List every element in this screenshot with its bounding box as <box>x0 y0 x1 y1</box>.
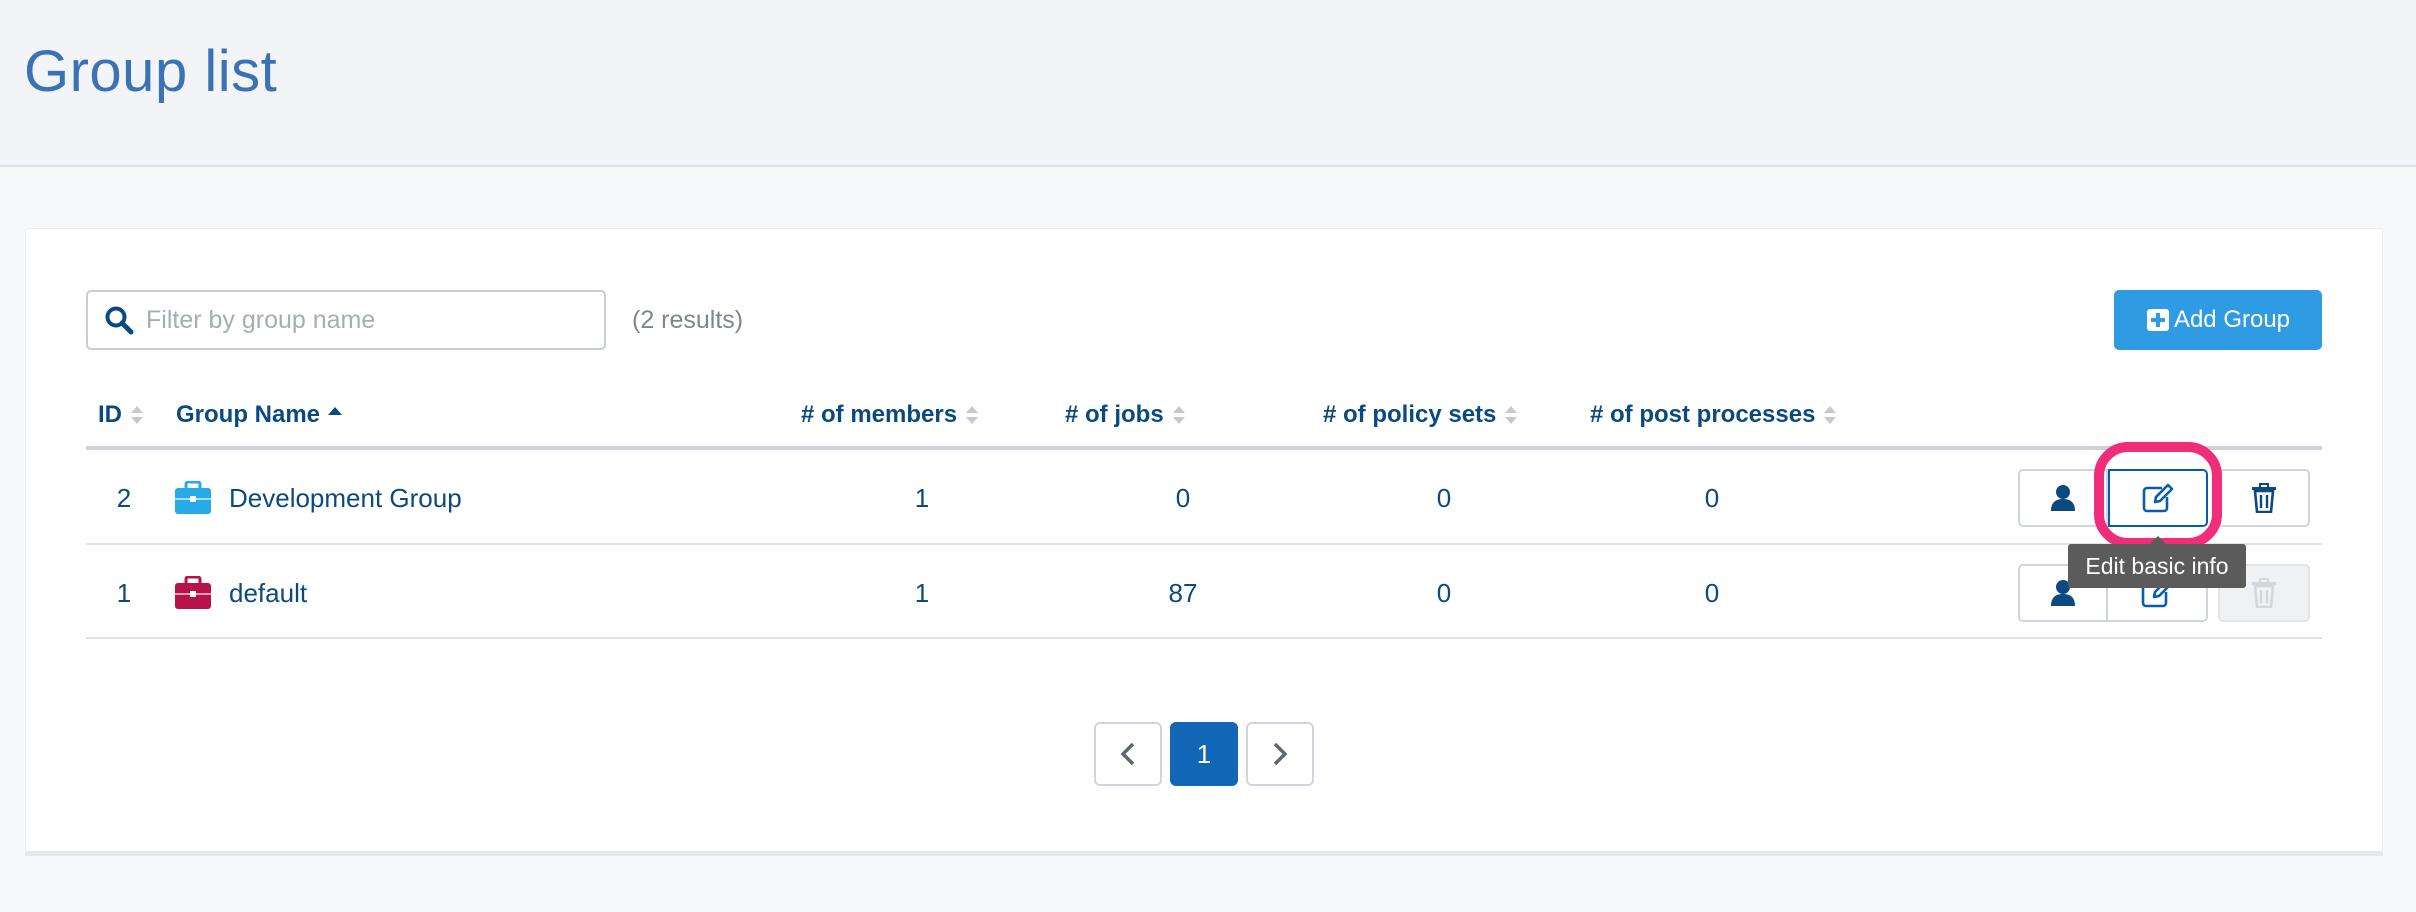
column-label: # of policy sets <box>1323 401 1497 428</box>
cell-policy-sets: 0 <box>1436 482 1452 513</box>
group-name-link[interactable]: default <box>229 573 307 613</box>
results-count: (2 results) <box>632 306 744 334</box>
members-button[interactable] <box>2018 469 2108 527</box>
trash-icon <box>2252 483 2276 513</box>
column-header-policy-sets[interactable]: # of policy sets <box>1323 398 1518 432</box>
previous-page-button[interactable] <box>1094 722 1162 786</box>
table-header-divider <box>86 446 2322 450</box>
page-header: Group list <box>0 0 2416 167</box>
edit-icon <box>2142 483 2174 513</box>
group-name-link[interactable]: Development Group <box>229 478 462 518</box>
add-group-label: Add Group <box>2173 306 2291 333</box>
briefcase-icon <box>175 576 211 609</box>
column-label: # of post processes <box>1590 401 1816 428</box>
cell-members: 1 <box>914 577 930 608</box>
cell-jobs: 87 <box>1168 577 1198 608</box>
group-name[interactable]: default <box>229 578 307 609</box>
user-icon <box>2051 485 2075 511</box>
column-header-jobs[interactable]: # of jobs <box>1065 398 1186 432</box>
next-page-button[interactable] <box>1246 722 1314 786</box>
row-actions <box>2018 469 2208 527</box>
column-header-post-processes[interactable]: # of post processes <box>1590 398 1837 432</box>
plus-square-icon <box>2146 309 2169 331</box>
sort-icon <box>1505 406 1518 424</box>
chevron-left-icon <box>1120 742 1135 766</box>
sort-icon <box>966 406 979 424</box>
column-label: # of members <box>801 401 958 428</box>
cell-jobs: 0 <box>1175 482 1191 513</box>
briefcase-icon <box>175 481 211 514</box>
chevron-right-icon <box>1273 742 1288 766</box>
tooltip: Edit basic info <box>2068 544 2246 588</box>
cell-policy-sets: 0 <box>1436 577 1452 608</box>
page-title: Group list <box>24 39 278 104</box>
column-label: Group Name <box>176 401 321 428</box>
add-group-button[interactable]: Add Group <box>2114 290 2322 350</box>
sort-icon <box>1824 406 1837 424</box>
trash-icon <box>2252 578 2276 608</box>
cell-post-processes: 0 <box>1704 577 1720 608</box>
column-header-members[interactable]: # of members <box>801 398 979 432</box>
sort-icon <box>131 406 143 424</box>
sort-icon <box>1172 406 1185 424</box>
sort-ascending-icon <box>328 407 343 415</box>
group-name[interactable]: Development Group <box>229 483 462 514</box>
search-icon <box>105 306 134 335</box>
page-number-button[interactable]: 1 <box>1170 722 1238 786</box>
column-header-id[interactable]: ID <box>98 398 144 432</box>
column-label: # of jobs <box>1065 401 1164 428</box>
cell-post-processes: 0 <box>1704 482 1720 513</box>
row-divider <box>86 543 2322 545</box>
row-divider <box>86 637 2322 639</box>
cell-id: 1 <box>116 577 132 608</box>
search-input[interactable] <box>146 300 586 340</box>
edit-basic-info-button[interactable] <box>2108 469 2208 527</box>
column-label: ID <box>98 401 122 428</box>
column-header-group-name[interactable]: Group Name <box>176 398 343 432</box>
tooltip-arrow <box>2150 536 2166 544</box>
delete-group-button[interactable] <box>2218 469 2310 527</box>
cell-members: 1 <box>914 482 930 513</box>
search-field[interactable] <box>86 290 606 350</box>
cell-id: 2 <box>116 482 132 513</box>
